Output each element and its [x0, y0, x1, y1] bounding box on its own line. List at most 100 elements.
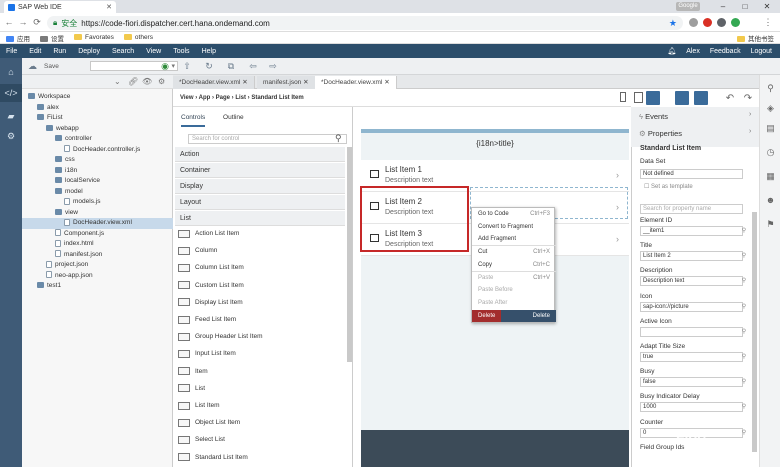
notification-bell-icon[interactable]: 🔔︎ [667, 47, 676, 55]
panel-left-icon[interactable] [675, 91, 689, 105]
close-window-icon[interactable]: ✕ [756, 0, 778, 13]
api-icon[interactable]: ▦ [765, 171, 776, 182]
url-field[interactable]: 🔒︎ 安全 https://code-fiori.dispatcher.cert… [47, 16, 683, 30]
eye-icon[interactable]: 👁︎ [142, 77, 152, 86]
property-value-field[interactable] [640, 326, 743, 337]
save-button[interactable]: Save [44, 63, 59, 70]
redo-icon[interactable]: ↷ [741, 93, 755, 105]
tab-docheader-view-active[interactable]: *DocHeader.view.xml ✕ [315, 76, 397, 89]
logout-link[interactable]: Logout [751, 48, 772, 55]
context-menu-item[interactable]: Go to Code Ctrl+F3 [472, 208, 556, 221]
search-icon[interactable]: ⚲ [335, 133, 342, 144]
binding-icon[interactable]: ⚲ [740, 328, 748, 336]
panel-right-icon[interactable] [694, 91, 708, 105]
binding-icon[interactable]: ⚲ [740, 378, 748, 386]
binding-icon[interactable]: ⚲ [740, 277, 748, 285]
menu-edit[interactable]: Edit [23, 48, 47, 55]
browser-tab[interactable]: SAP Web IDE ✕ [4, 1, 116, 13]
bookmark-others[interactable]: others [123, 34, 153, 41]
run-icon[interactable]: ◉ [160, 61, 170, 71]
tree-node[interactable]: i18n [55, 166, 77, 177]
menu-search[interactable]: Search [106, 48, 140, 55]
tree-node[interactable]: model [55, 187, 83, 198]
compass-icon[interactable]: ◈ [765, 103, 776, 114]
dataset-select[interactable]: Not defined [640, 169, 743, 179]
deploy-icon[interactable]: ⇧ [182, 61, 192, 71]
bookmark-settings[interactable]: 设置 [40, 33, 64, 43]
tab-controls[interactable]: Controls [181, 114, 206, 127]
palette-control[interactable]: List [178, 380, 205, 397]
palette-control[interactable]: Standard List Item [178, 449, 248, 466]
tab-manifest[interactable]: manifest.json ✕ [257, 76, 316, 89]
page-title[interactable]: {i18n>title} [361, 139, 629, 148]
palette-control[interactable]: Column List Item [178, 259, 244, 276]
close-tab-icon[interactable]: ✕ [106, 3, 112, 11]
tree-node[interactable]: FiList [37, 113, 63, 124]
maximize-icon[interactable]: □ [734, 0, 756, 13]
hat-icon[interactable]: ▰ [5, 110, 17, 122]
property-value-field[interactable]: false [640, 377, 743, 388]
home-icon[interactable]: ⌂ [5, 66, 17, 78]
chevron-right-icon[interactable]: › [749, 128, 751, 135]
desktop-icon[interactable] [646, 91, 660, 105]
undo-icon[interactable]: ↶ [723, 93, 737, 105]
palette-control[interactable]: Feed List Item [178, 311, 236, 328]
collapse-icon[interactable]: ⌄ [114, 77, 121, 86]
palette-category[interactable]: Layout [175, 195, 345, 210]
tree-node[interactable]: Workspace [28, 92, 70, 103]
tree-node[interactable]: alex [37, 103, 59, 114]
menu-view[interactable]: View [140, 48, 167, 55]
property-search-input[interactable]: Search for property name [640, 204, 743, 214]
link-icon[interactable]: 🔗︎ [128, 77, 138, 86]
tab-outline[interactable]: Outline [223, 114, 244, 121]
extension-icon[interactable] [689, 18, 698, 27]
menu-tools[interactable]: Tools [167, 48, 195, 55]
git-icon[interactable]: ⚑ [765, 219, 776, 230]
palette-search-input[interactable]: Search for control [188, 134, 347, 144]
tree-node[interactable]: test1 [37, 281, 61, 292]
tab-events[interactable]: ϟ Events [639, 112, 668, 121]
palette-category[interactable]: Container [175, 163, 345, 178]
tree-node[interactable]: webapp [46, 124, 79, 135]
tree-node[interactable]: css [55, 155, 75, 166]
refresh-icon[interactable]: ↻ [204, 61, 214, 71]
tree-node[interactable]: DocHeader.controller.js [64, 145, 140, 156]
menu-help[interactable]: Help [196, 48, 222, 55]
preview-icon[interactable]: ⧉ [226, 61, 236, 71]
clock-icon[interactable]: ◷ [765, 147, 776, 158]
context-menu-item[interactable]: Cut Ctrl+X [472, 246, 556, 259]
tree-node[interactable]: view [55, 208, 78, 219]
property-value-field[interactable]: sap-icon://picture [640, 301, 743, 312]
search-icon[interactable]: ⚲ [765, 83, 776, 94]
user-name[interactable]: Alex [686, 48, 700, 55]
tree-node[interactable]: models.js [64, 197, 100, 208]
context-menu-item[interactable]: Convert to Fragment [472, 221, 556, 234]
palette-control[interactable]: Column [178, 242, 217, 259]
palette-control[interactable]: Object List Item [178, 414, 240, 431]
bookmark-apps[interactable]: 应用 [6, 33, 30, 43]
tree-node[interactable]: Component.js [55, 229, 104, 240]
back-nav-icon[interactable]: ⇦ [248, 61, 258, 71]
user-badge[interactable]: Google [676, 2, 700, 11]
binding-icon[interactable]: ⚲ [740, 353, 748, 361]
palette-category[interactable]: Action [175, 147, 345, 162]
settings-icon[interactable]: ⚙ [158, 77, 165, 86]
tree-node[interactable]: DocHeader.view.xml [22, 218, 173, 229]
chevron-right-icon[interactable]: › [749, 111, 751, 118]
palette-control[interactable]: Input List Item [178, 345, 236, 362]
tree-node[interactable]: manifest.json [55, 250, 102, 261]
cloud-save-icon[interactable]: ☁ [28, 61, 40, 71]
extension-icon[interactable] [717, 18, 726, 27]
palette-control[interactable]: Item [178, 363, 208, 380]
tab-properties[interactable]: ⚙ Properties [639, 129, 682, 138]
property-value-field[interactable]: Description text [640, 276, 743, 287]
binding-icon[interactable]: ⚲ [740, 252, 748, 260]
tree-node[interactable]: localService [55, 176, 100, 187]
property-value-field[interactable]: List Item 2 [640, 251, 743, 262]
bookmark-star-icon[interactable]: ★ [669, 18, 677, 29]
back-icon[interactable]: ← [4, 17, 14, 27]
property-value-field[interactable]: __item1 [640, 226, 743, 236]
binding-icon[interactable]: ⚲ [740, 227, 748, 235]
palette-control[interactable]: Display List Item [178, 294, 243, 311]
opera-icon[interactable] [703, 18, 712, 27]
